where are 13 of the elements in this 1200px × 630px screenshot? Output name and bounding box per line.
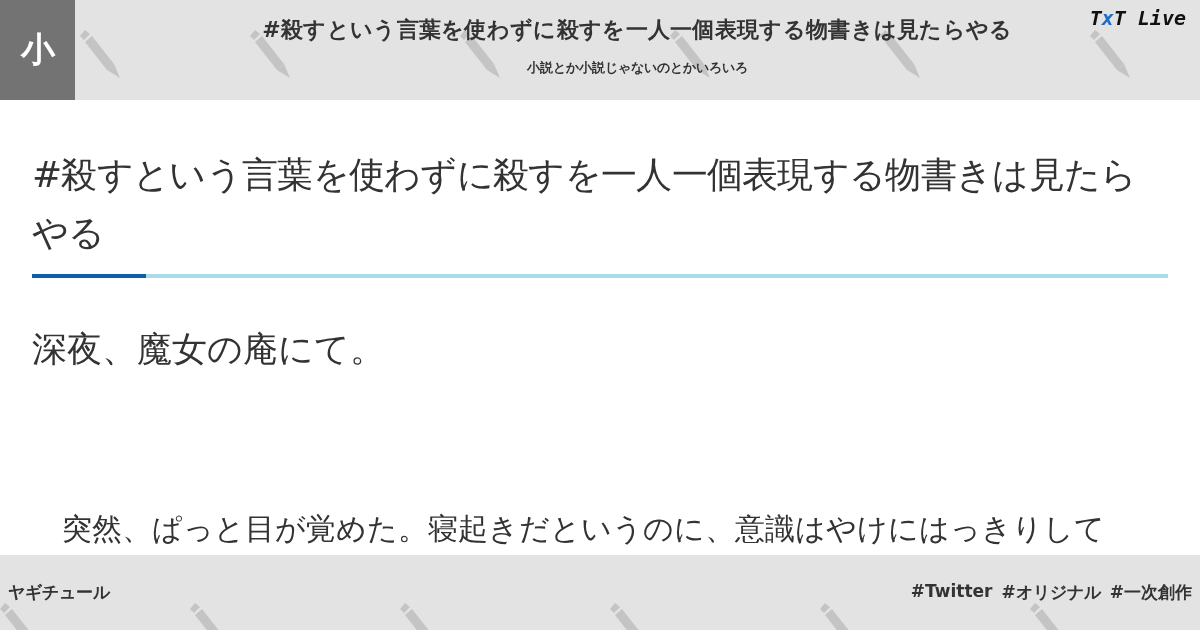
pencil-icon (1090, 30, 1130, 78)
header-subtitle: 小説とか小説じゃないのとかいろいろ (527, 59, 748, 77)
author-name: ヤギチュール (8, 581, 110, 604)
header-title: #殺すという言葉を使わずに殺すを一人一個表現する物書きは見たらやる (262, 16, 1013, 44)
category-badge: 小 (0, 0, 75, 100)
pencil-icon (80, 30, 120, 78)
hashtag: #オリジナル (1001, 581, 1101, 604)
section-heading: 深夜、魔女の庵にて。 (32, 328, 386, 371)
hashtag: #Twitter (910, 581, 993, 603)
article-title: #殺すという言葉を使わずに殺すを一人一個表現する物書きは見たらやる (32, 153, 1138, 255)
site-logo: TxT Live (1089, 6, 1186, 30)
article-paragraph: 突然、ぱっと目が覚めた。寝起きだというのに、意識はやけにはっきりして (61, 510, 1106, 548)
hashtag: #一次創作 (1109, 581, 1192, 604)
